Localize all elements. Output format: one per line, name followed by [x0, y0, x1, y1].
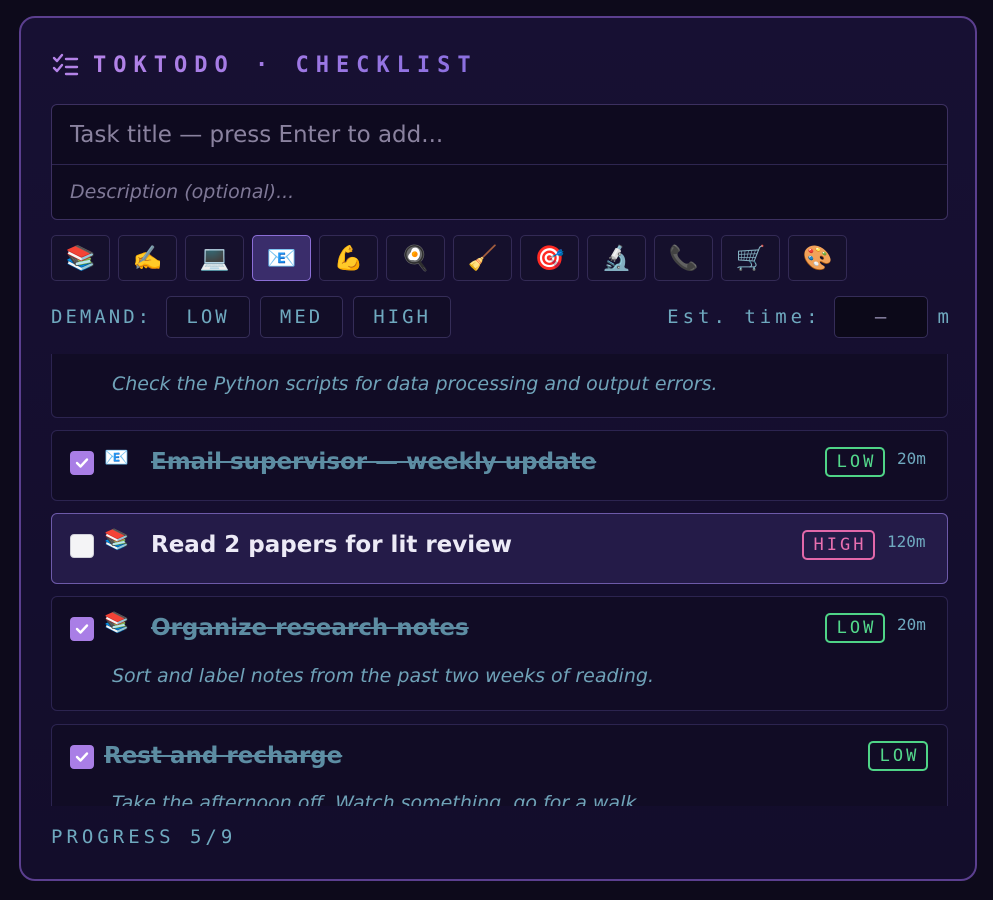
shopping-icon: 🛒: [735, 244, 766, 272]
writing-icon: ✍️: [132, 244, 163, 272]
category-writing-button[interactable]: ✍️: [118, 235, 177, 281]
demand-label: DEMAND:: [51, 306, 153, 328]
demand-med-button[interactable]: MED: [260, 296, 344, 338]
est-time-unit: m: [937, 306, 949, 328]
task-title: Email supervisor — weekly update: [151, 449, 597, 475]
art-icon: 🎨: [802, 244, 833, 272]
check-icon: [75, 752, 89, 762]
task-list: Check the Python scripts for data proces…: [51, 354, 948, 806]
task-title: Organize research notes: [151, 615, 469, 641]
check-icon: [75, 458, 89, 468]
task-title: Rest and recharge: [104, 743, 343, 769]
laptop-icon: 💻: [199, 244, 230, 272]
books-icon: 📚: [104, 610, 129, 634]
category-science-button[interactable]: 🔬: [587, 235, 646, 281]
category-books-button[interactable]: 📚: [51, 235, 110, 281]
exercise-icon: 💪: [333, 244, 364, 272]
task-checkbox[interactable]: [70, 534, 94, 558]
phone-icon: 📞: [668, 244, 699, 272]
task-minutes: 20m: [897, 615, 926, 634]
cleaning-icon: 🧹: [467, 244, 498, 272]
books-icon: 📚: [104, 527, 129, 551]
demand-badge: LOW: [825, 447, 885, 477]
category-laptop-button[interactable]: 💻: [185, 235, 244, 281]
email-icon: 📧: [104, 445, 129, 469]
task-item[interactable]: 📚 Organize research notes LOW 20m Sort a…: [51, 596, 948, 711]
task-minutes: 120m: [887, 532, 926, 551]
checklist-icon: [52, 53, 79, 76]
category-target-button[interactable]: 🎯: [520, 235, 579, 281]
task-item[interactable]: 📚 Read 2 papers for lit review HIGH 120m: [51, 513, 948, 584]
task-description: Take the afternoon off. Watch something,…: [112, 792, 643, 806]
task-description-input[interactable]: [52, 165, 947, 219]
demand-badge: LOW: [868, 741, 928, 771]
task-item[interactable]: Check the Python scripts for data proces…: [51, 354, 948, 418]
est-time-input[interactable]: [833, 296, 928, 338]
task-description: Check the Python scripts for data proces…: [112, 373, 718, 395]
books-icon: 📚: [65, 244, 96, 272]
est-time-label: Est. time:: [667, 306, 822, 328]
task-description: Sort and label notes from the past two w…: [112, 665, 654, 687]
email-icon: 📧: [266, 244, 297, 272]
demand-badge: HIGH: [802, 530, 875, 560]
task-item[interactable]: 📧 Email supervisor — weekly update LOW 2…: [51, 430, 948, 501]
category-cleaning-button[interactable]: 🧹: [453, 235, 512, 281]
task-minutes: 20m: [897, 449, 926, 468]
check-icon: [75, 624, 89, 634]
category-cooking-button[interactable]: 🍳: [386, 235, 445, 281]
task-item[interactable]: Rest and recharge LOW Take the afternoon…: [51, 724, 948, 806]
demand-low-button[interactable]: LOW: [166, 296, 251, 338]
task-title: Read 2 papers for lit review: [151, 532, 512, 558]
app-title: TOKTODO · CHECKLIST: [93, 52, 478, 78]
demand-badge: LOW: [825, 613, 885, 643]
app-header: TOKTODO · CHECKLIST: [51, 48, 478, 82]
demand-row: DEMAND: LOW MED HIGH Est. time: m: [51, 296, 949, 338]
category-phone-button[interactable]: 📞: [654, 235, 713, 281]
category-art-button[interactable]: 🎨: [788, 235, 847, 281]
category-picker: 📚 ✍️ 💻 📧 💪 🍳 🧹 🎯 🔬 📞 🛒 🎨: [51, 235, 847, 281]
checklist-card: TOKTODO · CHECKLIST 📚 ✍️ 💻 📧 💪 🍳 🧹 🎯 🔬 📞 🛒 🎨 DEMAND…: [19, 16, 977, 881]
progress-label: PROGRESS 5/9: [51, 826, 237, 848]
task-checkbox[interactable]: [70, 451, 94, 475]
task-checkbox[interactable]: [70, 745, 94, 769]
category-exercise-button[interactable]: 💪: [319, 235, 378, 281]
task-checkbox[interactable]: [70, 617, 94, 641]
demand-high-button[interactable]: HIGH: [353, 296, 452, 338]
category-email-button[interactable]: 📧: [252, 235, 311, 281]
category-shopping-button[interactable]: 🛒: [721, 235, 780, 281]
cooking-icon: 🍳: [400, 244, 431, 272]
task-form: [51, 104, 948, 220]
science-icon: 🔬: [601, 244, 632, 272]
target-icon: 🎯: [534, 244, 565, 272]
task-title-input[interactable]: [52, 105, 947, 165]
